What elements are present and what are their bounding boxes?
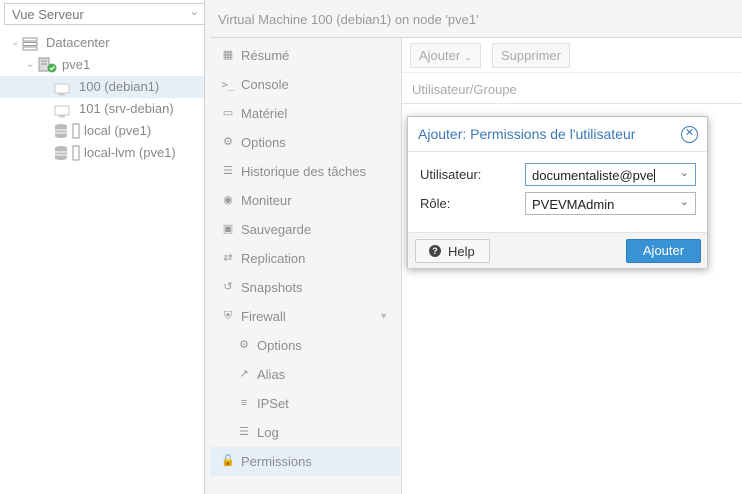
menu-item-firewall[interactable]: ⛨ Firewall ▼ [210,302,400,331]
menu-item-permissions[interactable]: 🔓 Permissions [210,447,400,476]
menu-item-monitor[interactable]: ◉ Moniteur [210,186,400,215]
list-icon: ☰ [239,426,249,438]
list-icon: ☰ [223,165,233,177]
menu-item-label: Console [241,77,289,92]
chevron-down-icon[interactable]: ⌄ [680,195,689,208]
tree-node-storage-local[interactable]: local (pve1) [0,120,204,142]
help-button-label: Help [448,244,475,259]
tree-node-label: local-lvm (pve1) [84,145,176,160]
close-icon[interactable]: ✕ [681,126,698,143]
dialog-header: Ajouter: Permissions de l'utilisateur ✕ [408,117,707,152]
eye-icon: ◉ [223,194,233,206]
tree-node-storage-local-lvm[interactable]: local-lvm (pve1) [0,142,204,164]
menu-item-hardware[interactable]: ▭ Matériel [210,99,400,128]
resource-tree-panel: Vue Serveur ⌄ ⌄ Datacenter ⌄ pve1 100 (d… [0,0,205,494]
menu-item-resume[interactable]: ▦ Résumé [210,41,400,70]
monitor-icon: ▭ [222,107,234,119]
role-label: Rôle: [420,196,451,211]
text-cursor [653,169,655,182]
menu-item-label: Options [241,135,286,150]
help-button[interactable]: ? Help [415,239,490,263]
external-link-icon: ↗ [239,368,249,380]
gear-icon: ⚙ [239,339,249,351]
delete-button-label: Supprimer [501,48,561,63]
submit-add-label: Ajouter [642,243,685,258]
chevron-down-icon[interactable]: ▼ [379,302,388,331]
menu-item-label: Historique des tâches [241,164,367,179]
collapse-icon[interactable]: ⌄ [11,32,19,54]
page-title: Virtual Machine 100 (debian1) on node 'p… [218,12,479,27]
chevron-down-icon: ⌄ [464,52,472,62]
summary-icon: ▦ [222,49,234,61]
menu-item-label: Alias [257,367,286,382]
menu-item-firewall-options[interactable]: ⚙ Options [210,331,400,360]
menu-item-label: Log [257,425,279,440]
tree-node-label: local (pve1) [84,123,152,138]
retweet-icon: ⇄ [223,252,233,264]
user-combobox[interactable]: documentaliste@pve ⌄ [525,163,696,186]
menu-item-options[interactable]: ⚙ Options [210,128,400,157]
toolbar: Ajouter ⌄ Supprimer [402,38,742,73]
menu-item-snapshots[interactable]: ↺ Snapshots [210,273,400,302]
menu-item-console[interactable]: >_ Console [210,70,400,99]
menu-item-task-history[interactable]: ☰ Historique des tâches [210,157,400,186]
menu-item-replication[interactable]: ⇄ Replication [210,244,400,273]
tree-node-label: pve1 [62,57,91,72]
add-permission-dialog: Ajouter: Permissions de l'utilisateur ✕ … [407,116,708,268]
menu-item-label: Options [257,338,302,353]
menu-item-label: Snapshots [241,280,303,295]
add-button-label: Ajouter [419,48,461,63]
user-value: documentaliste@pve [532,168,654,183]
dialog-title: Ajouter: Permissions de l'utilisateur [418,126,636,142]
collapse-icon[interactable]: ⌄ [26,54,34,76]
column-header-user-group[interactable]: Utilisateur/Groupe [412,82,517,97]
chevron-down-icon[interactable]: ⌄ [680,166,689,179]
menu-item-firewall-alias[interactable]: ↗ Alias [210,360,400,389]
terminal-icon: >_ [221,78,235,91]
user-label: Utilisateur: [420,167,482,182]
tree-node-label: 100 (debian1) [79,79,160,94]
dialog-footer: ? Help Ajouter [408,232,707,268]
storage-icon [54,145,80,168]
vm-menu: ▦ Résumé >_ Console ▭ Matériel ⚙ Options… [210,41,400,494]
question-circle-icon: ? [429,245,441,257]
menu-item-backup[interactable]: ▣ Sauvegarde [210,215,400,244]
tree-node-label: 101 (srv-debian) [79,101,174,116]
view-select-value: Vue Serveur [12,7,84,22]
resource-tree: ⌄ Datacenter ⌄ pve1 100 (debian1) 101 (s… [0,32,204,164]
menu-item-label: Replication [241,251,306,266]
menu-item-firewall-ipset[interactable]: ≡ IPSet [210,389,400,418]
role-value: PVEVMAdmin [532,197,615,212]
tree-node-label: Datacenter [46,35,110,50]
chevron-down-icon: ⌄ [189,6,199,18]
menu-item-label: Firewall [241,309,286,324]
delete-button[interactable]: Supprimer [492,43,570,68]
menu-item-firewall-log[interactable]: ☰ Log [210,418,400,447]
vm-header: Virtual Machine 100 (debian1) on node 'p… [210,0,742,38]
menu-item-label: Permissions [241,454,312,469]
shield-icon: ⛨ [223,310,233,322]
menu-item-label: Matériel [241,106,288,121]
submit-add-button[interactable]: Ajouter [626,239,701,263]
gear-icon: ⚙ [223,136,233,148]
view-select[interactable]: Vue Serveur ⌄ [4,3,205,25]
tree-node-pve1[interactable]: ⌄ pve1 [0,54,204,76]
history-icon: ↺ [223,281,233,293]
menu-item-label: IPSet [257,396,289,411]
list-ol-icon: ≡ [240,397,248,409]
floppy-icon: ▣ [222,223,234,235]
unlock-icon: 🔓 [221,455,235,467]
menu-item-label: Résumé [241,48,290,63]
role-combobox[interactable]: PVEVMAdmin ⌄ [525,192,696,215]
tree-node-datacenter[interactable]: ⌄ Datacenter [0,32,204,54]
menu-item-label: Moniteur [241,193,292,208]
tree-node-vm-100[interactable]: 100 (debian1) [0,76,204,98]
grid-header: Utilisateur/Groupe [402,74,742,104]
tree-node-vm-101[interactable]: 101 (srv-debian) [0,98,204,120]
menu-item-label: Sauvegarde [241,222,312,237]
add-button[interactable]: Ajouter ⌄ [410,43,481,68]
